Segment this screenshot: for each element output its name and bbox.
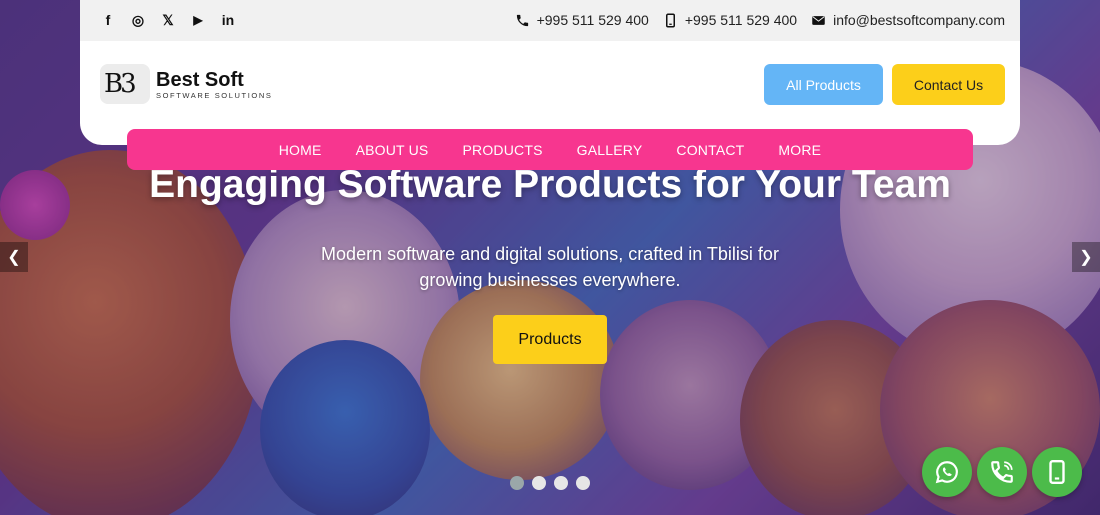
email-link[interactable]: info@bestsoftcompany.com bbox=[811, 12, 1005, 28]
viber-call-button[interactable] bbox=[977, 447, 1027, 497]
nav-item-products[interactable]: PRODUCTS bbox=[462, 142, 542, 158]
phone-number: +995 511 529 400 bbox=[536, 12, 649, 28]
whatsapp-button[interactable] bbox=[922, 447, 972, 497]
contact-info: +995 511 529 400 +995 511 529 400 info@b… bbox=[515, 12, 1005, 28]
slider-dot[interactable] bbox=[510, 476, 524, 490]
linkedin-icon[interactable]: in bbox=[220, 11, 236, 29]
email-address: info@bestsoftcompany.com bbox=[833, 12, 1005, 28]
top-bar: f ◎ 𝕏 ▶ in +995 511 529 400 +995 511 529… bbox=[80, 0, 1020, 41]
youtube-icon[interactable]: ▶ bbox=[190, 11, 206, 29]
slider-dots bbox=[510, 476, 590, 490]
slider-dot[interactable] bbox=[576, 476, 590, 490]
phone-link-2[interactable]: +995 511 529 400 bbox=[663, 12, 797, 28]
chevron-right-icon: ❯ bbox=[1079, 249, 1093, 266]
main-nav: HOME ABOUT US PRODUCTS GALLERY CONTACT M… bbox=[127, 129, 973, 170]
nav-item-home[interactable]: HOME bbox=[279, 142, 322, 158]
contact-us-button[interactable]: Contact Us bbox=[892, 64, 1005, 105]
phone-icon bbox=[516, 14, 528, 26]
slider-dot[interactable] bbox=[554, 476, 568, 490]
phone-call-icon bbox=[991, 461, 1013, 483]
all-products-button[interactable]: All Products bbox=[764, 64, 883, 105]
envelope-icon bbox=[812, 15, 825, 25]
slider-next-button[interactable]: ❯ bbox=[1072, 242, 1100, 272]
instagram-icon[interactable]: ◎ bbox=[130, 11, 146, 29]
phone-number: +995 511 529 400 bbox=[684, 12, 798, 28]
nav-item-more[interactable]: MORE bbox=[778, 142, 821, 158]
nav-item-contact[interactable]: CONTACT bbox=[676, 142, 744, 158]
hero-subtitle: Modern software and digital solutions, c… bbox=[321, 244, 779, 290]
logo-tagline: SOFTWARE SOLUTIONS bbox=[156, 90, 273, 100]
social-links: f ◎ 𝕏 ▶ in bbox=[100, 11, 236, 29]
x-twitter-icon[interactable]: 𝕏 bbox=[160, 11, 176, 29]
site-header: f ◎ 𝕏 ▶ in +995 511 529 400 +995 511 529… bbox=[80, 0, 1020, 145]
nav-item-gallery[interactable]: GALLERY bbox=[577, 142, 643, 158]
nav-item-about-us[interactable]: ABOUT US bbox=[356, 142, 429, 158]
phone-link-1[interactable]: +995 511 529 400 bbox=[515, 12, 649, 28]
products-cta-button[interactable]: Products bbox=[493, 315, 607, 364]
logo-mark: B3 bbox=[100, 64, 150, 104]
mobile-icon bbox=[665, 13, 675, 27]
whatsapp-icon bbox=[935, 461, 958, 484]
slider-prev-button[interactable]: ❮ bbox=[0, 242, 28, 272]
logo-name: Best Soft bbox=[156, 68, 244, 91]
site-logo[interactable]: B3 Best Soft SOFTWARE SOLUTIONS bbox=[100, 64, 272, 104]
mobile-call-button[interactable] bbox=[1032, 447, 1082, 497]
facebook-icon[interactable]: f bbox=[100, 11, 116, 29]
chevron-left-icon: ❮ bbox=[7, 249, 21, 266]
mobile-icon bbox=[1049, 459, 1065, 485]
slider-dot[interactable] bbox=[532, 476, 546, 490]
